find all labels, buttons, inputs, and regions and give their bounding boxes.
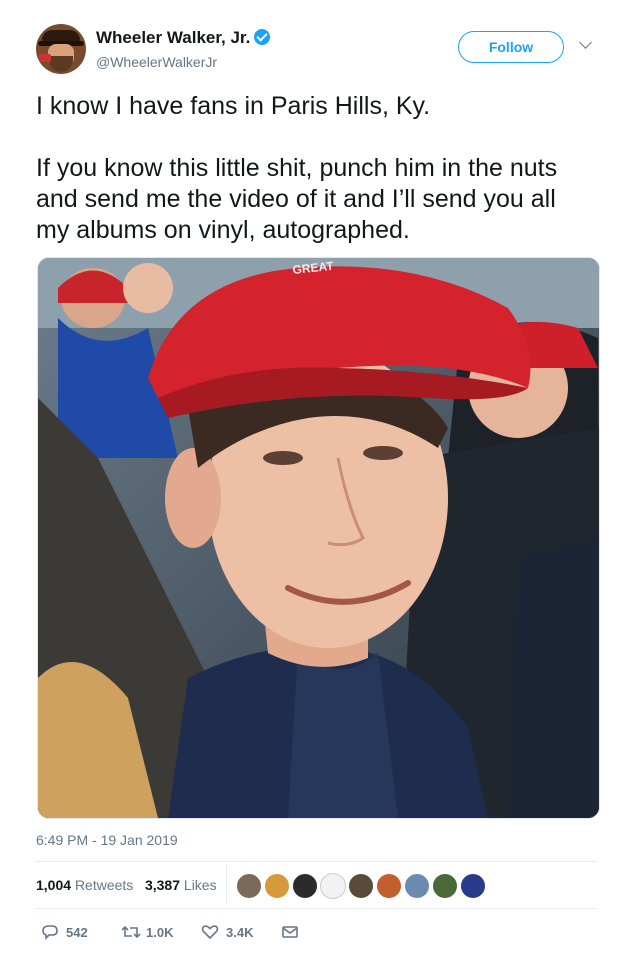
liker-avatar[interactable] (460, 873, 486, 899)
like-button[interactable]: 3.4K (200, 922, 270, 942)
retweet-button[interactable]: 1.0K (120, 922, 190, 942)
divider-bottom (36, 908, 597, 909)
verified-badge-icon (254, 29, 271, 45)
follow-button[interactable]: Follow (458, 31, 564, 63)
liker-avatar[interactable] (376, 873, 402, 899)
reply-icon (42, 925, 58, 940)
author-name[interactable]: Wheeler Walker, Jr. (96, 28, 271, 48)
liker-avatar[interactable] (264, 873, 290, 899)
chevron-down-icon[interactable] (579, 36, 592, 49)
tweet-timestamp[interactable]: 6:49 PM - 19 Jan 2019 (36, 832, 178, 848)
tweet-text: I know I have fans in Paris Hills, Ky. I… (36, 92, 558, 244)
retweets-count: 1,004 (36, 877, 72, 893)
liker-avatar[interactable] (404, 873, 430, 899)
retweets-label: Retweets (74, 877, 134, 893)
heart-icon (201, 925, 219, 940)
likes-label: Likes (183, 877, 217, 893)
retweet-count: 1.0K (146, 925, 174, 940)
tweet-header: Wheeler Walker, Jr. @WheelerWalkerJr Fol… (36, 24, 606, 76)
divider-top (36, 861, 597, 862)
photo-illustration: GREAT (38, 258, 599, 818)
message-button[interactable] (280, 922, 304, 942)
stats-separator (226, 864, 227, 904)
reply-button[interactable]: 542 (40, 922, 100, 942)
reply-count: 542 (66, 925, 88, 940)
author-name-text[interactable]: Wheeler Walker, Jr. (96, 28, 250, 47)
author-handle[interactable]: @WheelerWalkerJr (96, 54, 217, 70)
retweet-icon (121, 925, 141, 939)
liker-avatar[interactable] (236, 873, 262, 899)
liker-avatar[interactable] (320, 873, 346, 899)
tweet-photo[interactable]: GREAT (37, 257, 600, 819)
likes-stat[interactable]: 3,387 Likes (145, 877, 217, 893)
retweets-stat[interactable]: 1,004 Retweets (36, 877, 133, 893)
likes-count: 3,387 (144, 877, 181, 893)
liker-avatar[interactable] (292, 873, 318, 899)
like-count: 3.4K (226, 925, 254, 940)
author-avatar[interactable] (36, 24, 86, 74)
envelope-icon (282, 926, 298, 938)
liker-avatar[interactable] (348, 873, 374, 899)
liker-avatar[interactable] (432, 873, 458, 899)
engagement-stats: 1,004 Retweets 3,387 Likes (36, 877, 217, 893)
